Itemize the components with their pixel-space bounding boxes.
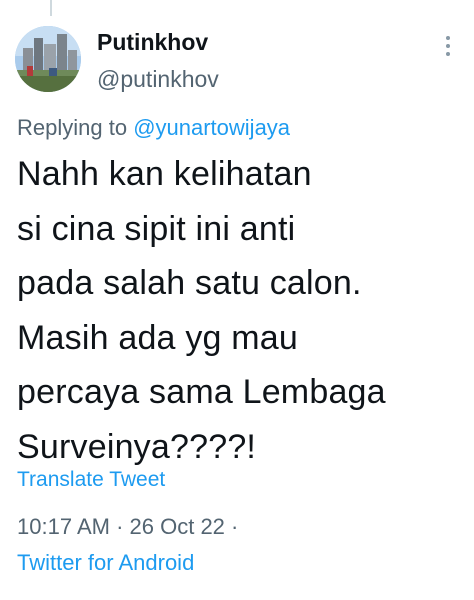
meta-separator-trailing: · — [231, 514, 239, 539]
tweet-date: 26 Oct 22 — [129, 514, 225, 539]
tweet-detail: Putinkhov @putinkhov Replying to @yunart… — [0, 0, 474, 600]
tweet-time: 10:17 AM — [17, 514, 110, 539]
tweet-text: Nahh kan kelihatan si cina sipit ini ant… — [17, 155, 386, 466]
author-names: Putinkhov @putinkhov — [97, 28, 219, 93]
avatar-image — [15, 26, 81, 92]
replying-to-line: Replying to @yunartowijaya — [17, 114, 290, 142]
meta-separator: · — [116, 514, 124, 539]
avatar[interactable] — [15, 26, 81, 92]
more-options-button[interactable] — [441, 36, 455, 66]
thread-connector-line — [50, 0, 52, 16]
tweet-source-link[interactable]: Twitter for Android — [17, 548, 194, 578]
translate-tweet-link[interactable]: Translate Tweet — [17, 466, 165, 494]
tweet-timestamp[interactable]: 10:17 AM · 26 Oct 22 · — [17, 512, 238, 542]
author-display-name[interactable]: Putinkhov — [97, 28, 219, 56]
tweet-header: Putinkhov @putinkhov — [0, 22, 474, 98]
more-vertical-icon — [441, 36, 455, 56]
replying-to-mention-link[interactable]: @yunartowijaya — [133, 115, 290, 140]
replying-to-label: Replying to — [17, 115, 134, 140]
author-handle[interactable]: @putinkhov — [97, 65, 219, 93]
